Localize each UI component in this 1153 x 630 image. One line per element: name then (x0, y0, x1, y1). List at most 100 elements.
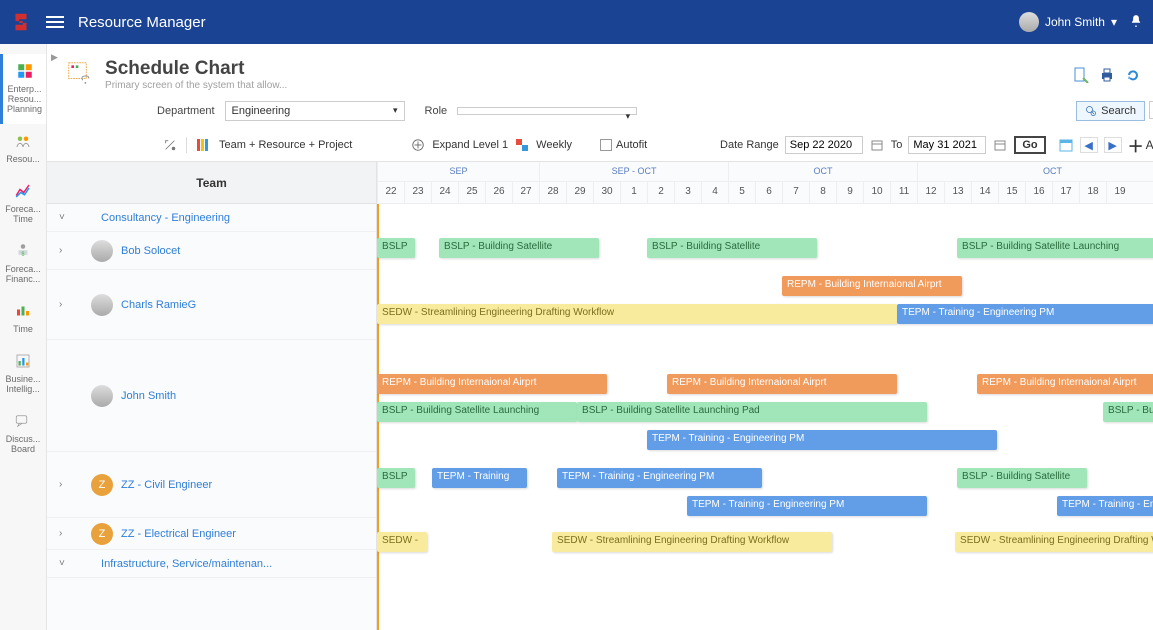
team-name-link[interactable]: Consultancy - Engineering (101, 212, 230, 224)
prev-arrow-icon[interactable]: ◀ (1080, 137, 1098, 153)
day-header: 7 (782, 182, 809, 203)
schedule-icon (67, 61, 95, 89)
expand-level-label[interactable]: Expand Level 1 (432, 139, 508, 151)
day-header: 29 (566, 182, 593, 203)
autofit-checkbox[interactable] (600, 139, 612, 151)
gantt-bar[interactable]: BSLP - Building Satellite Launching Pad (577, 402, 927, 422)
user-menu[interactable]: John Smith ▾ (1019, 12, 1117, 32)
team-name-link[interactable]: ZZ - Electrical Engineer (121, 528, 236, 540)
nav-discussion[interactable]: Discus... Board (0, 404, 46, 464)
day-header: 16 (1025, 182, 1052, 203)
expand-chevron-icon[interactable]: › (59, 299, 71, 310)
day-header: 23 (404, 182, 431, 203)
nav-resources[interactable]: Resou... (0, 124, 46, 174)
search-button[interactable]: Search (1076, 101, 1145, 121)
export-icon[interactable] (1073, 67, 1089, 83)
team-person-row: John Smith (47, 340, 376, 452)
gantt-bar[interactable]: BSLP - Building Satellite (647, 238, 817, 258)
hamburger-icon[interactable] (46, 16, 64, 28)
team-name-link[interactable]: ZZ - Civil Engineer (121, 479, 212, 491)
period-label[interactable]: Weekly (536, 139, 572, 151)
day-header: 30 (593, 182, 620, 203)
team-name-link[interactable]: John Smith (121, 390, 176, 402)
tools-icon[interactable] (162, 137, 178, 153)
team-column-header: Team (47, 162, 376, 204)
expand-chevron-icon[interactable]: ˅ (59, 558, 71, 569)
nav-bi[interactable]: Busine... Intellig... (0, 344, 46, 404)
gantt-bar[interactable]: BSLP - Building Satellite Launching (957, 238, 1153, 258)
gantt-bar[interactable]: TEPM - Training - Engine (1057, 496, 1153, 516)
day-header: 18 (1079, 182, 1106, 203)
expand-chevron-icon[interactable]: › (59, 479, 71, 490)
team-person-row: › Z ZZ - Civil Engineer (47, 452, 376, 518)
svg-text:$: $ (22, 252, 25, 258)
nav-forecast-time[interactable]: Foreca... Time (0, 174, 46, 234)
expand-chevron-icon[interactable]: › (59, 528, 71, 539)
print-icon[interactable] (1099, 67, 1115, 83)
groupby-icon (195, 137, 211, 153)
go-button[interactable]: Go (1014, 136, 1045, 154)
bell-icon[interactable] (1129, 14, 1143, 31)
gantt-bar[interactable]: BSLP - Bu (1103, 402, 1153, 422)
gantt-bar[interactable]: SEDW - Streamlining Engineering Drafting… (955, 532, 1153, 552)
expand-icon[interactable] (410, 137, 426, 153)
gantt-bar[interactable]: SEDW - (377, 532, 427, 552)
gantt-bar[interactable]: BSLP - Building Satellite (957, 468, 1087, 488)
period-icon (514, 137, 530, 153)
sidebar-expand-icon[interactable]: ▶ (51, 52, 58, 63)
day-header: 27 (512, 182, 539, 203)
nav-time[interactable]: Time (0, 294, 46, 344)
left-nav: Enterp... Resou... Planning Resou... For… (0, 44, 47, 630)
expand-chevron-icon[interactable]: › (59, 245, 71, 256)
gantt-bar[interactable]: BSLP - Building Satellite Launching (377, 402, 577, 422)
next-arrow-icon[interactable]: ▶ (1104, 137, 1122, 153)
gantt-bar[interactable]: BSLP - Building Satellite (439, 238, 599, 258)
month-header: SEP - OCT (539, 162, 728, 181)
month-header: SEP (377, 162, 539, 181)
avatar: Z (91, 474, 113, 496)
role-select[interactable] (457, 107, 637, 115)
expand-chevron-icon[interactable]: ˅ (59, 212, 71, 223)
autofit-label: Autofit (616, 139, 647, 151)
gantt-bar[interactable]: REPM - Building Internaional Airprt (977, 374, 1153, 394)
team-group-row: ˅ Infrastructure, Service/maintenan... (47, 550, 376, 578)
day-header: 12 (917, 182, 944, 203)
gantt-bar[interactable]: REPM - Building Internaional Airprt (667, 374, 897, 394)
gantt-bar[interactable]: SEDW - Streamlining Engineering Drafting… (552, 532, 832, 552)
avatar: Z (91, 523, 113, 545)
team-person-row: › Bob Solocet (47, 232, 376, 270)
clear-search-icon[interactable] (1149, 101, 1153, 119)
month-header: OCT (728, 162, 917, 181)
page-subtitle: Primary screen of the system that allow.… (105, 80, 287, 91)
gantt-bar[interactable]: BSLP (377, 468, 415, 488)
daterange-label: Date Range (720, 139, 779, 151)
gantt-bar[interactable]: TEPM - Training - Engineering PM (687, 496, 927, 516)
refresh-icon[interactable] (1125, 67, 1141, 83)
gantt-bar[interactable]: TEPM - Training - Engineering PM (897, 304, 1153, 324)
avatar (91, 240, 113, 262)
add-button[interactable]: ＋Add (1128, 133, 1153, 157)
gantt-bar[interactable]: TEPM - Training (432, 468, 527, 488)
avatar (1019, 12, 1039, 32)
avatar (91, 294, 113, 316)
calendar-from-icon[interactable] (869, 137, 885, 153)
gantt-bar[interactable]: TEPM - Training - Engineering PM (647, 430, 997, 450)
gantt-bar[interactable]: REPM - Building Internaional Airprt (782, 276, 962, 296)
team-name-link[interactable]: Charls RamieG (121, 299, 196, 311)
department-select[interactable]: Engineering (225, 101, 405, 121)
nav-forecast-finance[interactable]: $ Foreca... Financ... (0, 234, 46, 294)
team-name-link[interactable]: Bob Solocet (121, 245, 180, 257)
nav-erp[interactable]: Enterp... Resou... Planning (0, 54, 46, 124)
gantt-bar[interactable]: TEPM - Training - Engineering PM (557, 468, 762, 488)
team-person-row: › Z ZZ - Electrical Engineer (47, 518, 376, 550)
date-from-input[interactable] (785, 136, 863, 154)
day-header: 10 (863, 182, 890, 203)
today-icon[interactable] (1058, 137, 1074, 153)
calendar-to-icon[interactable] (992, 137, 1008, 153)
groupby-label[interactable]: Team + Resource + Project (219, 139, 352, 151)
team-name-link[interactable]: Infrastructure, Service/maintenan... (101, 558, 272, 570)
date-to-input[interactable] (908, 136, 986, 154)
gantt-bar[interactable]: REPM - Building Internaional Airprt (377, 374, 607, 394)
gantt-bar[interactable]: SEDW - Streamlining Engineering Drafting… (377, 304, 897, 324)
gantt-bar[interactable]: BSLP (377, 238, 415, 258)
